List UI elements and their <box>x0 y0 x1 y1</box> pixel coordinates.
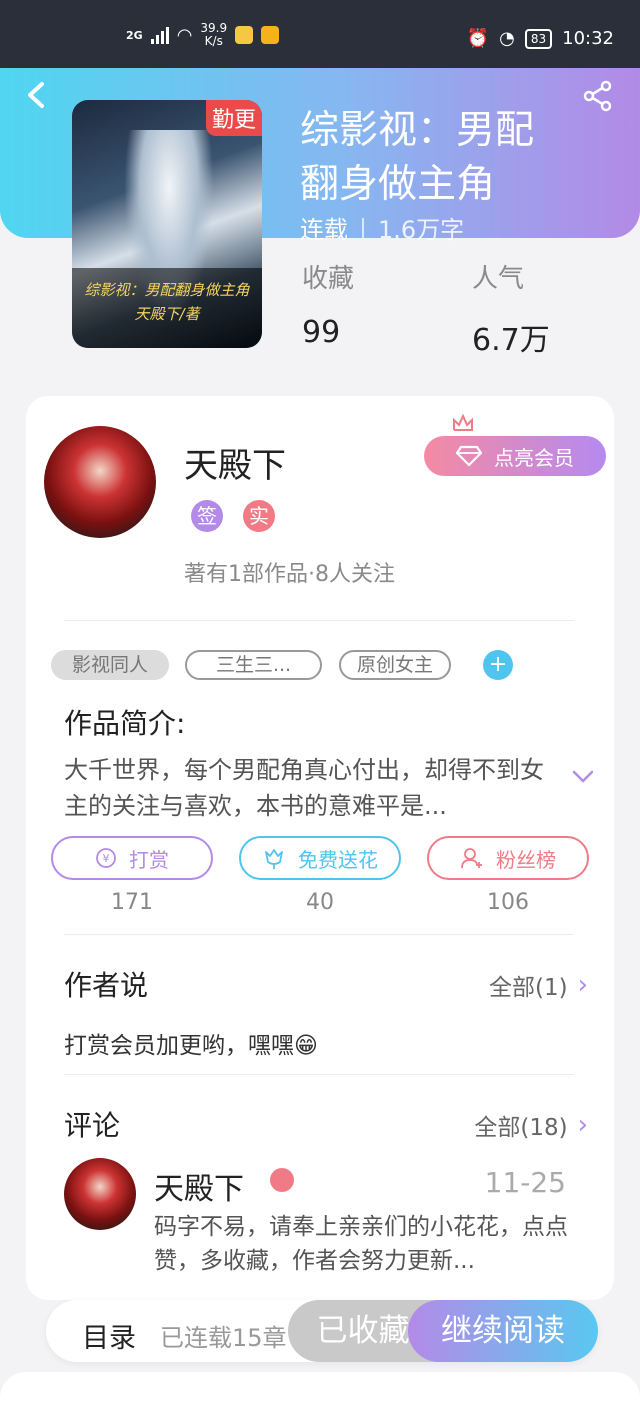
author-say-more-label: 全部(1) <box>489 975 568 1001</box>
fans-icon <box>461 848 482 869</box>
svg-text:¥: ¥ <box>103 852 110 865</box>
book-title: 综影视：男配 翻身做主角 <box>300 104 620 212</box>
chevron-right-icon: › <box>577 970 588 1000</box>
send-flower-button-label: 免费送花 <box>298 847 378 872</box>
update-badge: 勤更 <box>205 100 262 136</box>
gesture-bar-area <box>0 1372 640 1408</box>
author-say-text: 打赏会员加更哟，嘿嘿😁 <box>64 1033 318 1059</box>
collect-value: 99 <box>302 315 341 350</box>
toc-status[interactable]: 已连载15章 <box>160 1318 287 1353</box>
comment-date: 11-25 <box>484 1166 566 1199</box>
fans-count: 106 <box>487 890 529 915</box>
speedometer-icon: ◔ <box>499 28 515 49</box>
tip-count: 171 <box>111 890 153 915</box>
status-bar: 2G ◠ 39.9 K/s ⏰ ◔ 83 10:32 <box>0 0 640 68</box>
chevron-down-icon[interactable] <box>572 770 594 784</box>
notification-app-icon-2 <box>261 26 280 44</box>
alarm-icon: ⏰ <box>466 28 490 49</box>
fans-ranking-button[interactable]: 粉丝榜 <box>427 836 589 880</box>
tip-button[interactable]: ¥ 打赏 <box>51 836 213 880</box>
divider <box>64 1074 574 1075</box>
comment-text[interactable]: 码字不易，请奉上亲亲们的小花花，点点赞，多收藏，作者会努力更新... <box>154 1210 574 1278</box>
diamond-icon <box>456 445 482 467</box>
tip-button-label: 打赏 <box>129 847 169 872</box>
verified-badge: 实 <box>243 500 275 532</box>
author-meta: 著有1部作品·8人关注 <box>184 562 395 587</box>
divider <box>64 934 574 935</box>
clock: 10:32 <box>562 28 614 49</box>
comment-avatar[interactable] <box>64 1158 136 1230</box>
comments-more-link[interactable]: 全部(18) › <box>474 1108 588 1142</box>
fans-ranking-button-label: 粉丝榜 <box>496 847 556 872</box>
cover-caption-author: 天殿下/著 <box>134 305 200 323</box>
vip-diamond-icon <box>270 1168 294 1192</box>
cover-caption: 综影视：男配翻身做主角 天殿下/著 <box>72 268 262 348</box>
flower-icon <box>265 849 283 869</box>
back-button[interactable] <box>22 80 52 110</box>
chevron-left-icon <box>28 82 44 108</box>
author-avatar[interactable] <box>44 426 156 538</box>
signal-icon <box>150 26 169 44</box>
flower-count: 40 <box>306 890 334 915</box>
comment-user[interactable]: 天殿下 <box>154 1164 244 1208</box>
crown-icon <box>453 414 473 431</box>
author-name[interactable]: 天殿下 <box>184 438 286 487</box>
serial-status: 连载 <box>300 216 348 244</box>
genre-tag[interactable]: 三生三... <box>185 650 322 680</box>
signed-badge: 签 <box>191 500 223 532</box>
author-say-title: 作者说 <box>64 969 149 1002</box>
toc-button[interactable]: 目录 <box>82 1316 136 1355</box>
comments-more-label: 全部(18) <box>474 1115 568 1141</box>
word-count: 1.6万字 <box>378 216 465 244</box>
genre-tag[interactable]: 影视同人 <box>51 650 169 680</box>
comments-title: 评论 <box>64 1109 121 1142</box>
vip-button-label: 点亮会员 <box>494 445 574 470</box>
genre-tag[interactable]: 原创女主 <box>339 650 451 680</box>
author-say-more-link[interactable]: 全部(1) › <box>489 968 588 1002</box>
continue-reading-button[interactable]: 继续阅读 <box>408 1300 598 1362</box>
book-title-line1: 综影视：男配 <box>300 108 535 153</box>
popularity-value: 6.7万 <box>472 323 550 358</box>
network-type: 2G <box>126 28 143 42</box>
chevron-right-icon: › <box>577 1110 588 1140</box>
collect-stat: 收藏 99 <box>302 258 354 350</box>
net-speed: 39.9 K/s <box>200 22 227 48</box>
popularity-label: 人气 <box>472 264 525 294</box>
notification-app-icon <box>235 26 254 44</box>
book-cover[interactable]: 勤更 综影视：男配翻身做主角 天殿下/著 <box>72 100 262 348</box>
popularity-stat: 人气 6.7万 <box>472 258 550 359</box>
send-flower-button[interactable]: 免费送花 <box>239 836 401 880</box>
intro-text[interactable]: 大千世界，每个男配角真心付出，却得不到女主的关注与喜欢，本书的意难平是... <box>64 752 554 824</box>
net-speed-unit: K/s <box>204 34 223 48</box>
collect-label: 收藏 <box>302 264 355 294</box>
wifi-icon: ◠ <box>176 24 193 46</box>
cover-caption-title: 综影视：男配翻身做主角 <box>84 281 250 299</box>
vip-button[interactable]: 点亮会员 <box>424 436 606 476</box>
add-tag-button[interactable]: + <box>483 650 513 680</box>
yen-icon: ¥ <box>96 848 116 868</box>
status-divider <box>362 217 364 238</box>
battery-icon: 83 <box>524 28 553 49</box>
divider <box>64 620 574 621</box>
intro-title: 作品简介: <box>64 707 186 740</box>
book-title-line2: 翻身做主角 <box>300 162 496 207</box>
book-status-row: 连载 1.6万字 <box>300 210 464 245</box>
